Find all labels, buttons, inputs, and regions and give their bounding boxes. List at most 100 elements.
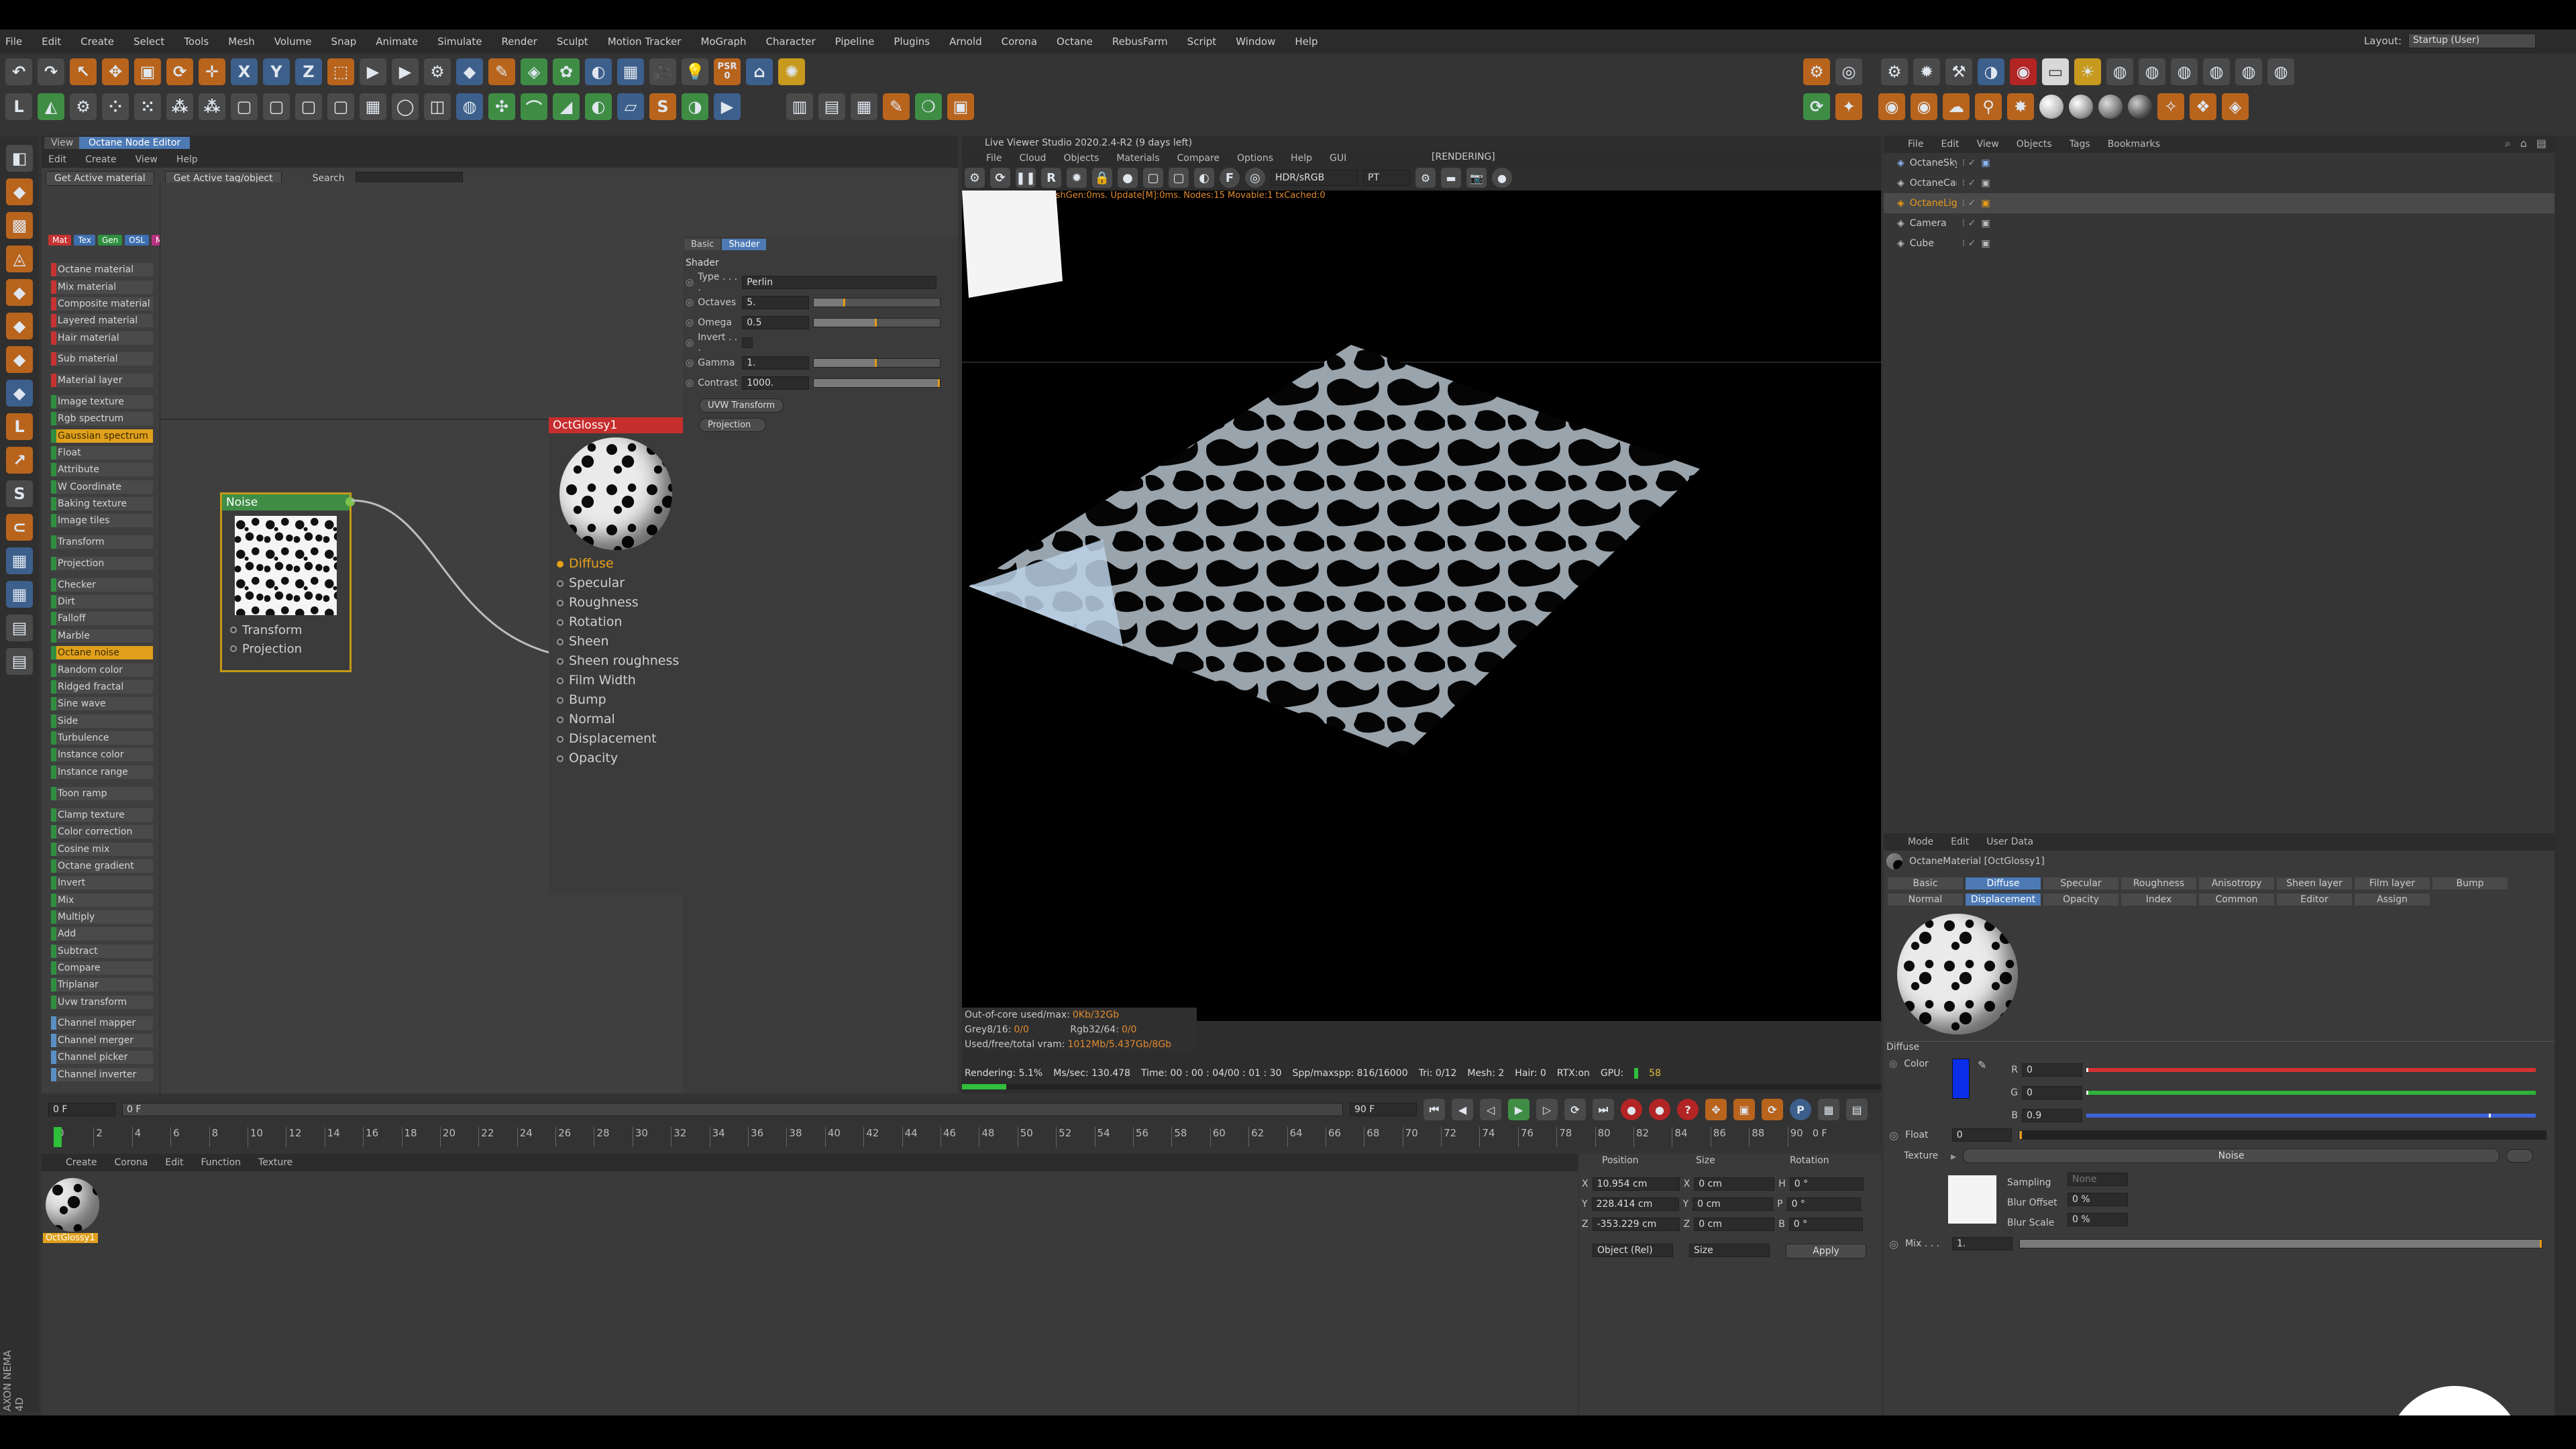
timeline-start-input[interactable]: 0 F bbox=[48, 1103, 115, 1116]
viewer-dot-icon[interactable]: ● bbox=[1492, 168, 1512, 188]
viewer-menu-file[interactable]: File bbox=[986, 153, 1002, 164]
scale-key-icon[interactable]: ▣ bbox=[1733, 1099, 1755, 1120]
anim-dot-icon[interactable]: ◎ bbox=[686, 297, 694, 308]
blur-offset-input[interactable]: 0 % bbox=[2068, 1193, 2128, 1206]
param-key-icon[interactable]: P bbox=[1790, 1099, 1811, 1120]
anim-dot-icon[interactable]: ◎ bbox=[1889, 1238, 1898, 1250]
rgb-channel-slider[interactable] bbox=[2086, 1068, 2536, 1072]
coords-pos-input[interactable]: -353.229 cm bbox=[1592, 1218, 1680, 1231]
recent-tools-icon[interactable]: ✛ bbox=[199, 58, 225, 85]
rotate-icon[interactable]: ⟳ bbox=[166, 58, 193, 85]
play-icon[interactable]: ▶ bbox=[1508, 1099, 1529, 1120]
menu-animate[interactable]: Animate bbox=[376, 36, 418, 48]
rgb-channel-slider[interactable] bbox=[2086, 1114, 2536, 1118]
attr-tab-basic[interactable]: Basic bbox=[1888, 877, 1963, 890]
visibility-icon[interactable]: ⁝ ✓ bbox=[1962, 178, 1976, 189]
render-picture-viewer-icon[interactable]: ▶ bbox=[392, 58, 419, 85]
attr-menu-mode[interactable]: Mode bbox=[1908, 837, 1933, 847]
node-type-item[interactable]: W Coordinate bbox=[51, 480, 153, 494]
octane-material-icon[interactable]: ◉ bbox=[1878, 93, 1905, 120]
menu-tools[interactable]: Tools bbox=[184, 36, 209, 48]
octane-diffuse-material-icon[interactable] bbox=[2039, 95, 2063, 119]
tweak-icon[interactable]: ▢ bbox=[327, 93, 354, 120]
octane-envsphere-icon[interactable]: ◍ bbox=[2106, 58, 2133, 85]
coords-size-input[interactable]: 0 cm bbox=[1694, 1218, 1775, 1231]
attr-tab-editor[interactable]: Editor bbox=[2277, 894, 2352, 906]
node-type-item[interactable]: Material layer bbox=[51, 374, 153, 387]
node-type-item[interactable]: Ridged fractal bbox=[51, 680, 153, 694]
node-type-item[interactable]: Instance range bbox=[51, 765, 153, 779]
menu-mograph[interactable]: MoGraph bbox=[700, 36, 746, 48]
object-name[interactable]: OctaneLight bbox=[1910, 198, 1957, 209]
menu-create[interactable]: Create bbox=[80, 36, 114, 48]
grid-icon[interactable]: ▦ bbox=[360, 93, 386, 120]
material-menu-corona[interactable]: Corona bbox=[115, 1157, 148, 1168]
timeline-ruler[interactable]: 0246810121416182022242628303234363840424… bbox=[55, 1127, 1853, 1147]
tweak-side-icon[interactable]: ↗ bbox=[6, 447, 33, 474]
octane-scatter-icon[interactable]: ◍ bbox=[2203, 58, 2230, 85]
uv-mode-icon[interactable]: ⁂ bbox=[199, 93, 225, 120]
coords-mode-select[interactable]: Object (Rel) bbox=[1593, 1244, 1673, 1257]
node-type-item[interactable]: Baking texture bbox=[51, 497, 153, 511]
viewport-panel2-icon[interactable]: ▤ bbox=[6, 648, 33, 675]
coords-pos-input[interactable]: 10.954 cm bbox=[1592, 1177, 1680, 1191]
octane-camera-icon[interactable]: ◉ bbox=[2010, 58, 2037, 85]
record-icon[interactable]: ● bbox=[1621, 1099, 1642, 1120]
coords-size-select[interactable]: Size bbox=[1689, 1244, 1770, 1257]
menu-plugins[interactable]: Plugins bbox=[894, 36, 930, 48]
redo-icon[interactable]: ↷ bbox=[38, 58, 64, 85]
node-type-item[interactable]: Color correction bbox=[51, 825, 153, 839]
node-type-item[interactable]: Add bbox=[51, 927, 153, 941]
category-tab-tex[interactable]: Tex bbox=[74, 235, 95, 246]
viewer-options1-icon[interactable]: ⚙ bbox=[1415, 168, 1436, 188]
material-menu-function[interactable]: Function bbox=[201, 1157, 241, 1168]
menu-motion-tracker[interactable]: Motion Tracker bbox=[608, 36, 682, 48]
coords-rot-input[interactable]: 0 ° bbox=[1786, 1197, 1861, 1211]
attr-tab-common[interactable]: Common bbox=[2199, 894, 2274, 906]
projection-button[interactable]: Projection bbox=[699, 418, 766, 432]
slider-handle[interactable] bbox=[2086, 1091, 2088, 1095]
undo-icon[interactable]: ↶ bbox=[5, 58, 32, 85]
octglossy-node[interactable]: OctGlossy1 Diffuse Specular Roughness Rotat… bbox=[549, 417, 683, 895]
shader-param-input[interactable]: 1000. bbox=[742, 376, 810, 390]
deformer-icon[interactable]: ◐ bbox=[585, 58, 612, 85]
menu-render[interactable]: Render bbox=[501, 36, 537, 48]
node-type-item[interactable]: Triplanar bbox=[51, 978, 153, 991]
tag-icon[interactable]: ▣ bbox=[1981, 158, 1990, 168]
node-type-item[interactable]: Falloff bbox=[51, 612, 153, 625]
mix-slider[interactable] bbox=[2019, 1239, 2542, 1248]
autokey-icon[interactable]: ● bbox=[1649, 1099, 1670, 1120]
viewer-lock-icon[interactable]: 🔒 bbox=[1092, 168, 1112, 188]
color-space-select[interactable]: HDR/sRGB bbox=[1271, 170, 1358, 186]
viewport-solo-icon[interactable]: L bbox=[5, 93, 32, 120]
octglossy-pin-sheen-roughness[interactable]: Sheen roughness bbox=[549, 651, 683, 671]
viewer-options2-icon[interactable]: ▬ bbox=[1441, 168, 1461, 188]
node-type-item[interactable]: Side bbox=[51, 714, 153, 728]
layout-dropdown[interactable]: Startup (User) bbox=[2408, 34, 2536, 48]
menu-help[interactable]: Help bbox=[1295, 36, 1318, 48]
menu-edit[interactable]: Edit bbox=[42, 36, 61, 48]
layout-split-icon[interactable]: ▥ bbox=[786, 93, 813, 120]
next-frame-icon[interactable]: ▷ bbox=[1536, 1099, 1558, 1120]
coordinate-system-icon[interactable]: ⬚ bbox=[327, 58, 354, 85]
frame-icon[interactable]: ▣ bbox=[947, 93, 974, 120]
node-type-item[interactable]: Turbulence bbox=[51, 731, 153, 745]
attr-tab-film-layer[interactable]: Film layer bbox=[2355, 877, 2430, 890]
float-input[interactable]: 0 bbox=[1951, 1128, 2012, 1142]
viewer-snapshot-icon[interactable]: 📷 bbox=[1466, 168, 1487, 188]
goto-start-icon[interactable]: ⏮ bbox=[1424, 1099, 1445, 1120]
viewer-clay-icon[interactable]: ▢ bbox=[1169, 168, 1189, 188]
rgb-channel-input[interactable]: 0.9 bbox=[2022, 1109, 2082, 1122]
light-icon[interactable]: 💡 bbox=[682, 58, 708, 85]
menu-pipeline[interactable]: Pipeline bbox=[835, 36, 875, 48]
shader-param-slider[interactable] bbox=[813, 358, 941, 368]
texture-mode-icon[interactable]: ⚙ bbox=[70, 93, 97, 120]
menu-file[interactable]: File bbox=[5, 36, 22, 48]
noise-node[interactable]: Noise Transform Projection bbox=[220, 492, 355, 672]
shader-param-slider[interactable] bbox=[813, 318, 941, 327]
node-type-item[interactable]: Channel inverter bbox=[51, 1068, 153, 1081]
magnet-icon[interactable]: ⊂ bbox=[6, 514, 33, 541]
node-type-item[interactable]: Channel picker bbox=[51, 1051, 153, 1064]
sampling-select[interactable]: None bbox=[2068, 1173, 2128, 1186]
spline-icon[interactable]: ⌒ bbox=[521, 93, 547, 120]
